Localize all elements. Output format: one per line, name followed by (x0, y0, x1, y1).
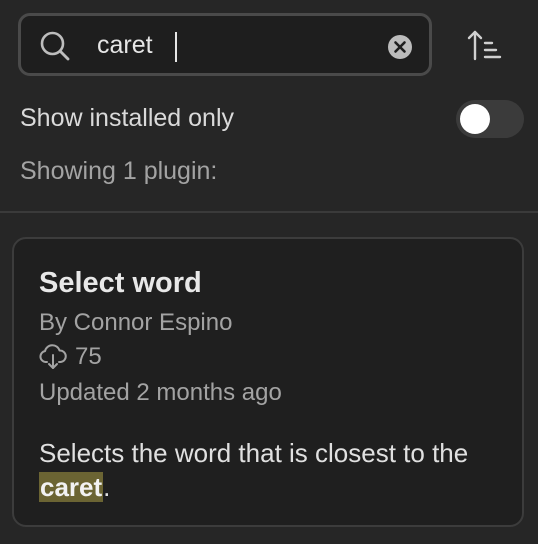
plugin-downloads: 75 (39, 343, 102, 371)
plugin-author: By Connor Espino (39, 309, 233, 336)
search-box[interactable] (18, 13, 432, 76)
results-count: Showing 1 plugin: (20, 157, 218, 185)
download-cloud-icon (39, 344, 67, 369)
downloads-count: 75 (75, 343, 102, 370)
installed-only-label: Show installed only (20, 104, 235, 132)
description-text: Selects the word that is closest to the (39, 438, 469, 468)
description-end: . (103, 472, 111, 502)
plugin-card[interactable]: Select word By Connor Espino 75 Updated … (12, 237, 524, 527)
plugin-browser: Show installed only Showing 1 plugin: Se… (0, 0, 538, 544)
plugin-description: Selects the word that is closest to the … (39, 436, 509, 504)
installed-only-toggle[interactable] (456, 100, 524, 138)
text-cursor (175, 32, 177, 62)
sort-ascending-icon[interactable] (466, 28, 504, 64)
plugin-updated: Updated 2 months ago (39, 379, 282, 406)
toggle-knob (460, 104, 490, 134)
divider (0, 211, 538, 213)
search-input[interactable] (97, 25, 377, 65)
plugin-title: Select word (39, 267, 202, 299)
clear-search-icon[interactable] (387, 34, 413, 60)
search-match-highlight: caret (39, 472, 104, 502)
search-icon (40, 31, 70, 61)
